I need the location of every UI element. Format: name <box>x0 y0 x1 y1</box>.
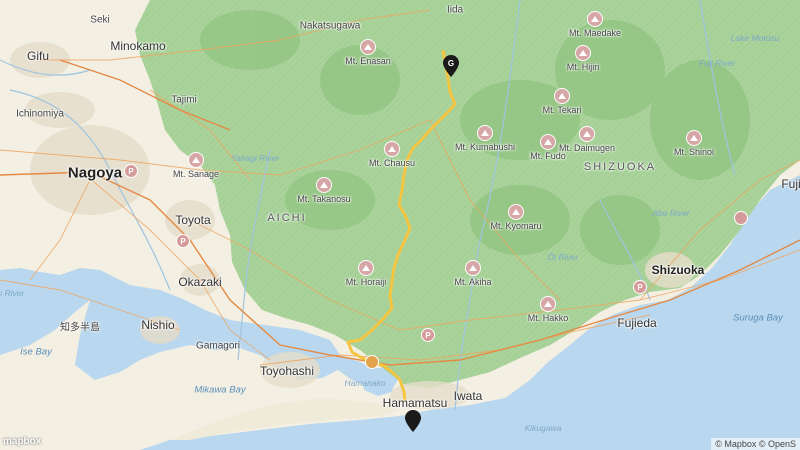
parking-icon[interactable]: P <box>421 328 435 342</box>
city-label-toyota: Toyota <box>175 213 211 227</box>
mountain-icon <box>587 11 603 27</box>
mountain-icon <box>477 125 493 141</box>
mountain-icon <box>508 204 524 220</box>
mountain-label-akiha[interactable]: Mt. Akiha <box>454 277 491 287</box>
region-label-aichi: AICHI <box>267 212 307 224</box>
mountain-icon <box>579 126 595 142</box>
map-attribution[interactable]: © Mapbox © OpenS <box>711 438 800 450</box>
map-pin-icon <box>405 410 421 432</box>
mountain-icon <box>358 260 374 276</box>
parking-icon[interactable]: P <box>124 164 138 178</box>
city-label-minokamo: Minokamo <box>110 39 166 53</box>
map-base-layer <box>0 0 800 450</box>
mountain-label-kumabushi[interactable]: Mt. Kumabushi <box>455 142 515 152</box>
water-label-mikawa-bay: Mikawa Bay <box>194 384 246 396</box>
mountain-icon <box>188 152 204 168</box>
mapbox-logo[interactable]: mapbox <box>0 435 44 448</box>
river-label-yahagi: Yahagi River <box>230 153 280 163</box>
city-label-gifu: Gifu <box>26 49 50 63</box>
city-label-nishio: Nishio <box>141 318 175 332</box>
mountain-icon <box>686 130 702 146</box>
city-label-gamagori: Gamagori <box>196 340 240 352</box>
region-label-shizuoka: SHIZUOKA <box>583 161 657 173</box>
river-label-fuji: Fuji River <box>699 58 735 68</box>
river-label-kiso: Kiso River <box>0 288 25 298</box>
city-label-seki: Seki <box>90 14 110 26</box>
city-label-fujieda: Fujieda <box>617 316 657 330</box>
water-label-suruga-bay: Suruga Bay <box>733 312 783 324</box>
parking-icon[interactable]: P <box>633 280 647 294</box>
city-label-nagoya: Nagoya <box>67 164 123 182</box>
city-label-toyohashi: Toyohashi <box>259 364 315 378</box>
mountain-icon <box>540 296 556 312</box>
city-label-iwata: Iwata <box>453 389 483 403</box>
mountain-icon <box>540 134 556 150</box>
mountain-label-hijiri[interactable]: Mt. Hijiri <box>567 62 600 72</box>
water-label-lake-motosu: Lake Motosu <box>730 33 780 43</box>
area-label-chita: 知多半島 <box>60 322 100 334</box>
mountain-label-sanage[interactable]: Mt. Sanage <box>173 169 219 179</box>
city-label-hamamatsu: Hamamatsu <box>382 396 448 410</box>
mountain-icon <box>360 39 376 55</box>
river-label-abe: Abe River <box>652 208 690 218</box>
mountain-label-maedake[interactable]: Mt. Maedake <box>569 28 621 38</box>
mountain-label-daimugen[interactable]: Mt. Daimugen <box>559 143 615 153</box>
river-label-oi: Ōi River <box>547 252 579 262</box>
mountain-label-shinoi[interactable]: Mt. Shinoi <box>674 147 714 157</box>
city-label-ichinomiya: Ichinomiya <box>16 108 64 120</box>
water-label-ise-bay: Ise Bay <box>20 346 52 358</box>
mountain-label-kyomaru[interactable]: Mt. Kyomaru <box>490 221 541 231</box>
mountain-icon <box>316 177 332 193</box>
mountain-icon <box>384 141 400 157</box>
mountain-label-takanosu[interactable]: Mt. Takanosu <box>297 194 350 204</box>
mountain-label-tekari[interactable]: Mt. Tekari <box>543 105 582 115</box>
mountain-label-horaiji[interactable]: Mt. Horaiji <box>346 277 387 287</box>
point-of-interest-icon[interactable] <box>365 355 379 369</box>
water-label-hamanako: Hamanako <box>344 378 386 388</box>
water-label-kikugawa: Kikugawa <box>524 423 562 433</box>
mountain-icon <box>465 260 481 276</box>
map-pin-icon: G <box>443 55 459 77</box>
mountain-label-enasan[interactable]: Mt. Enasan <box>345 56 391 66</box>
map-view[interactable]: Nagoya Gifu Minokamo Seki Ichinomiya Taj… <box>0 0 800 450</box>
city-label-fuji: Fuji <box>781 177 800 191</box>
mountain-icon <box>554 88 570 104</box>
destination-marker-label: G <box>448 59 454 68</box>
mountain-label-chausu[interactable]: Mt. Chausu <box>369 158 415 168</box>
city-label-nakatsugawa: Nakatsugawa <box>299 20 361 32</box>
city-label-tajimi: Tajimi <box>171 94 197 106</box>
city-label-shizuoka: Shizuoka <box>651 263 705 277</box>
city-label-okazaki: Okazaki <box>178 275 222 289</box>
parking-icon[interactable]: P <box>176 234 190 248</box>
point-of-interest-icon[interactable] <box>734 211 748 225</box>
mountain-label-hakko[interactable]: Mt. Hakko <box>528 313 569 323</box>
mountain-icon <box>575 45 591 61</box>
city-label-iida: Iida <box>446 4 464 16</box>
